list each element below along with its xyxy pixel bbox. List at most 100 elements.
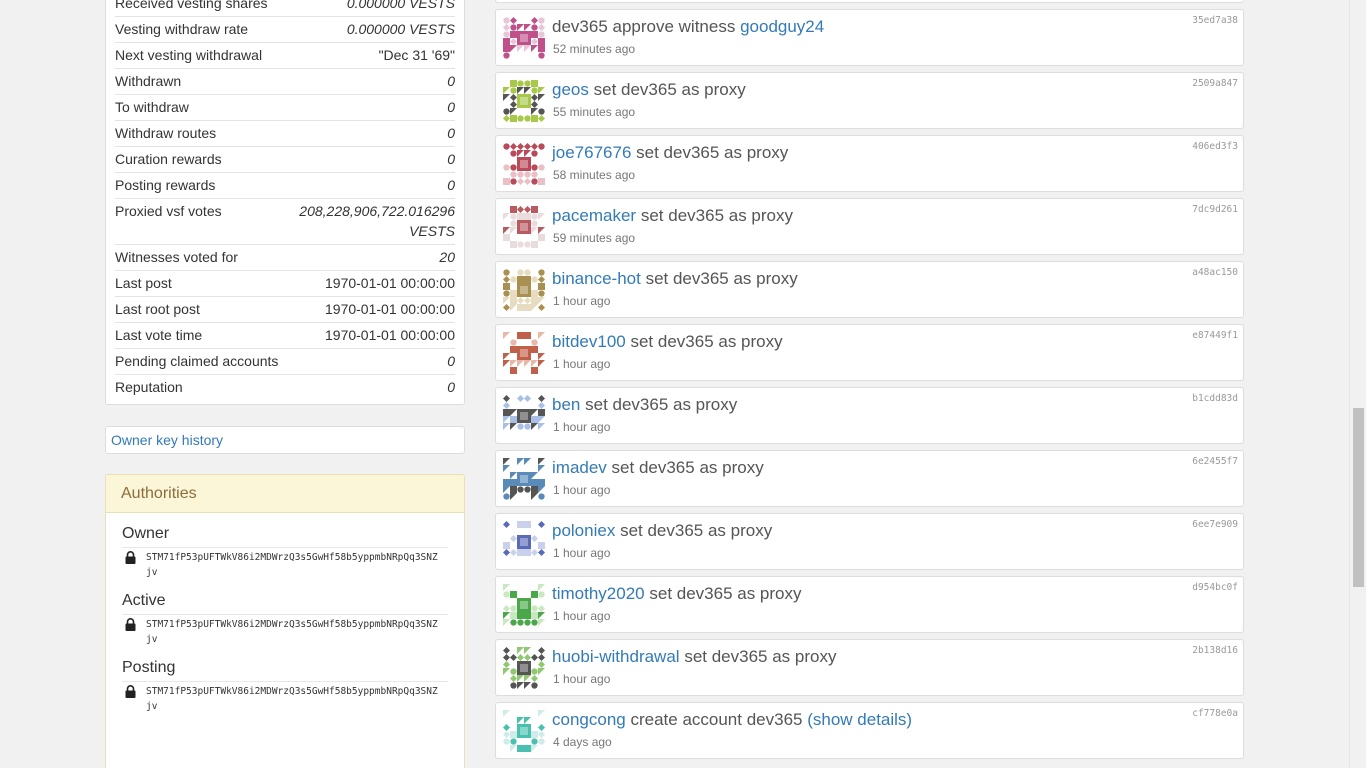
- account-properties-table: Received vesting shares 0.000000 VESTS Ves…: [115, 0, 455, 400]
- scrollbar-thumb[interactable]: [1353, 408, 1364, 587]
- property-row: Proxied vsf votes 208,228,906,722.016296 …: [115, 198, 455, 245]
- account-link[interactable]: pacemaker: [552, 206, 636, 225]
- account-link[interactable]: bitdev100: [552, 332, 626, 351]
- account-link[interactable]: poloniex: [552, 521, 615, 540]
- property-value: 0: [280, 146, 455, 173]
- account-link[interactable]: congcong: [552, 710, 626, 729]
- operations-column: dev365 approve witness goodguy24 52 minut…: [495, 0, 1244, 759]
- authority-key-row: STM71fP53pUFTWkV86i2MDWrzQ3s5GwHf58b5ypp…: [122, 547, 448, 584]
- account-avatar[interactable]: [503, 584, 545, 626]
- operations-list: dev365 approve witness goodguy24 52 minut…: [495, 9, 1244, 759]
- owner-key-history-panel: Owner key history: [105, 426, 465, 454]
- operation-text: set dev365 as proxy: [611, 458, 764, 477]
- transaction-hash[interactable]: 406ed3f3: [1192, 141, 1238, 152]
- account-avatar[interactable]: [503, 80, 545, 122]
- property-row: Vesting withdraw rate 0.000000 VESTS: [115, 16, 455, 43]
- public-key: STM71fP53pUFTWkV86i2MDWrzQ3s5GwHf58b5ypp…: [146, 619, 438, 645]
- property-value: 208,228,906,722.016296 VESTS: [280, 198, 455, 245]
- property-key: Received vesting shares: [115, 0, 268, 11]
- property-key: Withdrawn: [115, 68, 280, 95]
- transaction-hash[interactable]: 7dc9d261: [1192, 204, 1238, 215]
- operation-time: 58 minutes ago: [553, 168, 636, 182]
- operation-text: set dev365 as proxy: [593, 80, 746, 99]
- property-value: "Dec 31 '69": [280, 42, 455, 69]
- operation-item: dev365 approve witness goodguy24 52 minut…: [495, 9, 1244, 66]
- account-avatar[interactable]: [503, 458, 545, 500]
- public-key: STM71fP53pUFTWkV86i2MDWrzQ3s5GwHf58b5ypp…: [146, 552, 438, 578]
- account-avatar[interactable]: [503, 647, 545, 689]
- authorities-panel: Authorities Owner STM71fP53pUFTWkV86i2MDW…: [105, 474, 465, 768]
- transaction-hash[interactable]: 2b138d16: [1192, 645, 1238, 656]
- property-row: Curation rewards 0: [115, 146, 455, 173]
- property-key: Withdraw routes: [115, 120, 280, 147]
- property-value: 20: [280, 244, 455, 271]
- operation-text: set dev365 as proxy: [645, 269, 798, 288]
- account-avatar[interactable]: [503, 269, 545, 311]
- authority-role-posting: Posting: [122, 659, 176, 676]
- show-details-link[interactable]: (show details): [807, 710, 912, 729]
- property-key: Last root post: [115, 296, 280, 323]
- property-row: Next vesting withdrawal "Dec 31 '69": [115, 42, 455, 69]
- operation-time: 55 minutes ago: [553, 105, 636, 119]
- account-link[interactable]: goodguy24: [740, 17, 824, 36]
- operation-item: bitdev100 set dev365 as proxy 1 hour ago e…: [495, 324, 1244, 381]
- property-key: Vesting withdraw rate: [115, 16, 280, 43]
- authority-role-active: Active: [122, 592, 166, 609]
- property-key: Next vesting withdrawal: [115, 42, 280, 69]
- operation-description: poloniex set dev365 as proxy: [552, 521, 772, 541]
- account-avatar[interactable]: [503, 395, 545, 437]
- account-avatar[interactable]: [503, 710, 545, 752]
- transaction-hash[interactable]: 6ee7e909: [1192, 519, 1238, 530]
- account-link[interactable]: imadev: [552, 458, 607, 477]
- property-row: Pending claimed accounts 0: [115, 348, 455, 375]
- transaction-hash[interactable]: 6e2455f7: [1192, 456, 1238, 467]
- operation-time: 59 minutes ago: [553, 231, 636, 245]
- account-link[interactable]: timothy2020: [552, 584, 645, 603]
- transaction-hash[interactable]: 2509a847: [1192, 78, 1238, 89]
- account-link[interactable]: huobi-withdrawal: [552, 647, 680, 666]
- property-row: Received vesting shares 0.000000 VESTS: [115, 0, 455, 17]
- property-row: Withdraw routes 0: [115, 120, 455, 147]
- operation-item: pacemaker set dev365 as proxy 59 minutes …: [495, 198, 1244, 255]
- page-scrollbar[interactable]: [1349, 0, 1366, 768]
- owner-key-history-link[interactable]: Owner key history: [111, 432, 223, 448]
- account-link[interactable]: ben: [552, 395, 580, 414]
- transaction-hash[interactable]: cf778e0a: [1192, 708, 1238, 719]
- account-avatar[interactable]: [503, 521, 545, 563]
- operation-description: joe767676 set dev365 as proxy: [552, 143, 788, 163]
- operation-time: 1 hour ago: [553, 546, 611, 560]
- property-value: 0: [280, 172, 455, 199]
- account-link[interactable]: geos: [552, 80, 589, 99]
- account-avatar[interactable]: [503, 17, 545, 59]
- operation-item: joe767676 set dev365 as proxy 58 minutes …: [495, 135, 1244, 192]
- property-row: To withdraw 0: [115, 94, 455, 121]
- transaction-hash[interactable]: 35ed7a38: [1192, 15, 1238, 26]
- account-avatar[interactable]: [503, 206, 545, 248]
- operation-description: binance-hot set dev365 as proxy: [552, 269, 798, 289]
- property-row: Withdrawn 0: [115, 68, 455, 95]
- transaction-hash[interactable]: e87449f1: [1192, 330, 1238, 341]
- operation-description: huobi-withdrawal set dev365 as proxy: [552, 647, 836, 667]
- property-value: 1970-01-01 00:00:00: [280, 296, 455, 323]
- transaction-hash[interactable]: b1cdd83d: [1192, 393, 1238, 404]
- account-link[interactable]: binance-hot: [552, 269, 641, 288]
- authority-role-owner: Owner: [122, 525, 170, 542]
- property-row: Posting rewards 0: [115, 172, 455, 199]
- property-value: 0: [280, 94, 455, 121]
- account-properties-panel: Received vesting shares 0.000000 VESTS Ves…: [105, 0, 465, 405]
- transaction-hash[interactable]: a48ac150: [1192, 267, 1238, 278]
- authority-key-row: STM71fP53pUFTWkV86i2MDWrzQ3s5GwHf58b5ypp…: [122, 681, 448, 718]
- operation-description: dev365 approve witness goodguy24: [552, 17, 824, 37]
- account-link[interactable]: joe767676: [552, 143, 631, 162]
- operation-time: 1 hour ago: [553, 483, 611, 497]
- account-avatar[interactable]: [503, 332, 545, 374]
- operation-item: ben set dev365 as proxy 1 hour ago b1cdd83…: [495, 387, 1244, 444]
- transaction-hash[interactable]: d954bc0f: [1192, 582, 1238, 593]
- property-value: 0.000000 VESTS: [346, 0, 455, 11]
- account-avatar[interactable]: [503, 143, 545, 185]
- operation-time: 4 days ago: [553, 735, 612, 749]
- property-value: 0.000000 VESTS: [280, 16, 455, 43]
- property-row: Last vote time 1970-01-01 00:00:00: [115, 322, 455, 349]
- property-key: Posting rewards: [115, 172, 280, 199]
- operation-time: 52 minutes ago: [553, 42, 636, 56]
